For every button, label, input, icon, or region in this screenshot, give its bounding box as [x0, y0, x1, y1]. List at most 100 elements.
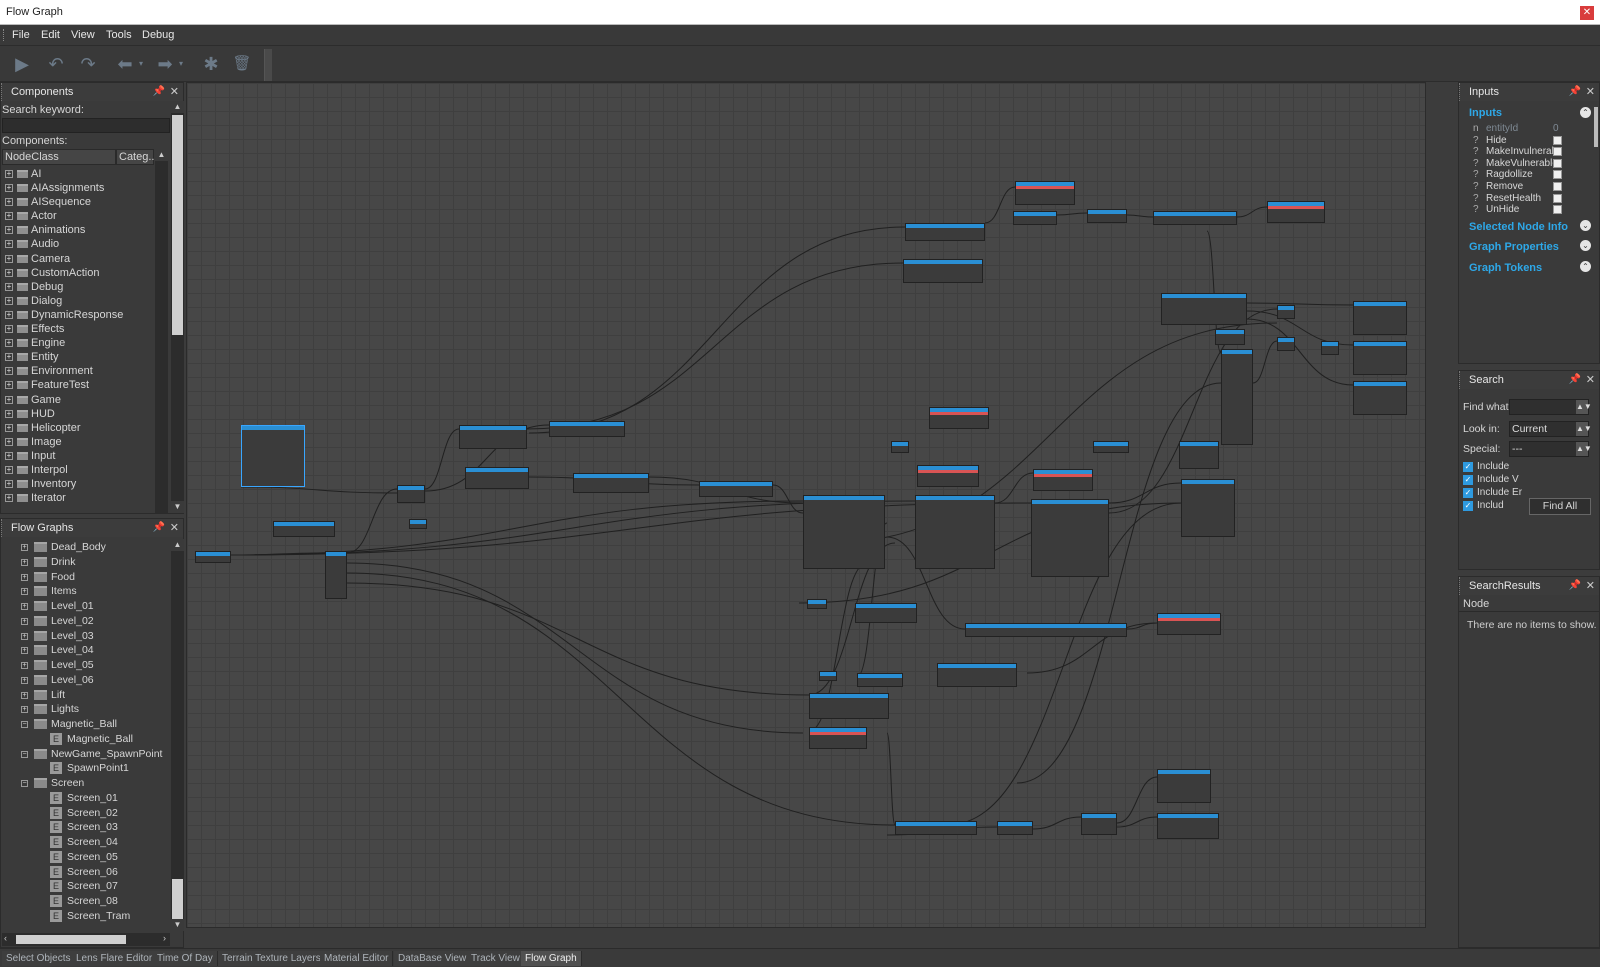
- component-category-audio[interactable]: + Audio: [2, 237, 154, 251]
- param-checkbox[interactable]: [1553, 135, 1562, 145]
- component-category-featuretest[interactable]: + FeatureTest: [2, 378, 154, 392]
- flow-node[interactable]: [325, 551, 347, 599]
- expand-icon[interactable]: +: [21, 706, 28, 714]
- back-arrow-icon[interactable]: ⬅: [113, 52, 137, 76]
- special-combo[interactable]: --- ▲▼: [1509, 441, 1592, 457]
- scroll-down-icon[interactable]: ▼: [171, 919, 184, 931]
- flow-node[interactable]: [1093, 441, 1129, 453]
- flow-node[interactable]: [1015, 181, 1075, 205]
- expand-icon[interactable]: +: [5, 226, 13, 235]
- include-checkbox-3[interactable]: ✓ Include Er: [1463, 487, 1523, 499]
- expand-icon[interactable]: +: [5, 353, 13, 362]
- flow-node[interactable]: [819, 671, 837, 681]
- flowgraph-folder[interactable]: + Level_04: [9, 643, 169, 658]
- connection-wire[interactable]: [528, 226, 906, 434]
- flowgraph-folder[interactable]: + Drink: [9, 555, 169, 570]
- expand-icon[interactable]: +: [5, 282, 13, 291]
- expand-icon[interactable]: +: [5, 480, 13, 489]
- collapse-icon[interactable]: −: [21, 780, 28, 787]
- toolbar-overflow-handle[interactable]: [264, 49, 272, 81]
- connection-wire[interactable]: [984, 186, 1016, 224]
- find-what-combo[interactable]: ▲▼: [1509, 399, 1592, 415]
- expand-icon[interactable]: +: [5, 184, 13, 193]
- component-category-game[interactable]: + Game: [2, 393, 154, 407]
- scroll-thumb[interactable]: [1594, 107, 1598, 147]
- expand-icon[interactable]: +: [21, 676, 28, 684]
- flow-node[interactable]: [195, 551, 231, 563]
- flow-node[interactable]: [915, 495, 995, 569]
- flow-node[interactable]: [1031, 499, 1109, 577]
- scroll-up-icon[interactable]: ▲: [155, 149, 168, 161]
- flowgraph-entity[interactable]: E Screen_Tram: [9, 909, 169, 924]
- flow-node[interactable]: [1221, 349, 1253, 445]
- connection-wire[interactable]: [1126, 214, 1154, 218]
- flowgraph-entity[interactable]: E Screen_01: [9, 791, 169, 806]
- flowgraph-folder[interactable]: − NewGame_SpawnPoint: [9, 747, 169, 762]
- flow-node[interactable]: [937, 663, 1017, 687]
- component-category-engine[interactable]: + Engine: [2, 336, 154, 350]
- component-category-helicopter[interactable]: + Helicopter: [2, 421, 154, 435]
- include-checkbox-2[interactable]: ✓ Include V: [1463, 474, 1523, 486]
- component-category-environment[interactable]: + Environment: [2, 364, 154, 378]
- dropdown-icon[interactable]: ▲▼: [1576, 442, 1592, 456]
- scroll-up-icon[interactable]: ▲: [171, 539, 184, 551]
- component-category-customaction[interactable]: + CustomAction: [2, 266, 154, 280]
- include-checkbox-4[interactable]: ✓ Includ: [1463, 500, 1523, 512]
- input-param-row[interactable]: ? Hide: [1471, 135, 1597, 147]
- component-category-entity[interactable]: + Entity: [2, 350, 154, 364]
- expand-icon[interactable]: ⌄: [1580, 240, 1591, 251]
- flow-node[interactable]: [241, 425, 305, 487]
- expand-icon[interactable]: +: [5, 170, 13, 178]
- expand-icon[interactable]: +: [5, 437, 13, 446]
- component-category-hud[interactable]: + HUD: [2, 407, 154, 421]
- flowgraph-folder[interactable]: + Food: [9, 570, 169, 585]
- flow-graph-canvas[interactable]: [186, 82, 1426, 928]
- inputs-scrollbar[interactable]: [1593, 103, 1599, 163]
- inputs-section-title[interactable]: Inputs: [1469, 107, 1502, 119]
- flow-node[interactable]: [997, 821, 1033, 835]
- flowgraph-entity[interactable]: E SpawnPoint1: [9, 761, 169, 776]
- scroll-thumb[interactable]: [172, 115, 183, 335]
- flow-node[interactable]: [903, 259, 983, 283]
- flowgraph-folder[interactable]: + Dead_Body: [9, 540, 169, 555]
- flowgraph-folder[interactable]: − Screen: [9, 776, 169, 791]
- close-icon[interactable]: ✕: [1586, 577, 1595, 595]
- expand-icon[interactable]: +: [5, 254, 13, 263]
- scroll-left-icon[interactable]: ‹: [4, 933, 7, 943]
- tab-terrain-texture-layers[interactable]: Terrain Texture Layers: [218, 951, 326, 966]
- flow-node[interactable]: [1321, 341, 1339, 355]
- param-checkbox[interactable]: [1553, 182, 1562, 191]
- pin-icon[interactable]: 📌: [1569, 371, 1581, 389]
- find-all-button[interactable]: Find All: [1529, 498, 1591, 515]
- connection-wire[interactable]: [1116, 776, 1158, 824]
- input-param-row[interactable]: n entityId 0: [1471, 123, 1597, 135]
- flowgraph-entity[interactable]: E Screen_06: [9, 865, 169, 880]
- flow-node[interactable]: [573, 473, 649, 493]
- flow-node[interactable]: [459, 425, 527, 449]
- menu-file[interactable]: File: [12, 29, 30, 41]
- expand-icon[interactable]: +: [5, 451, 13, 460]
- connection-wire[interactable]: [886, 732, 896, 826]
- scroll-down-icon[interactable]: ▼: [171, 501, 184, 513]
- dropdown-icon[interactable]: ▲▼: [1576, 400, 1592, 414]
- connection-wire[interactable]: [1236, 206, 1268, 218]
- flow-node[interactable]: [465, 467, 529, 489]
- flow-node[interactable]: [1157, 769, 1211, 803]
- expand-icon[interactable]: +: [5, 212, 13, 221]
- component-category-iterator[interactable]: + Iterator: [2, 491, 154, 505]
- forward-arrow-icon[interactable]: ➡: [153, 52, 177, 76]
- input-param-row[interactable]: ? ResetHealth: [1471, 193, 1597, 205]
- expand-icon[interactable]: +: [5, 240, 13, 249]
- flow-node[interactable]: [895, 821, 977, 835]
- component-category-debug[interactable]: + Debug: [2, 280, 154, 294]
- check-icon[interactable]: ✓: [1463, 501, 1473, 511]
- close-icon[interactable]: ✕: [170, 519, 179, 537]
- input-param-row[interactable]: ? Remove: [1471, 181, 1597, 193]
- component-category-interpol[interactable]: + Interpol: [2, 463, 154, 477]
- expand-icon[interactable]: +: [21, 588, 28, 596]
- flow-node[interactable]: [1181, 479, 1235, 537]
- connection-wire[interactable]: [772, 484, 804, 514]
- scroll-thumb[interactable]: [172, 879, 183, 919]
- flow-node[interactable]: [857, 673, 903, 687]
- flow-node[interactable]: [917, 465, 979, 487]
